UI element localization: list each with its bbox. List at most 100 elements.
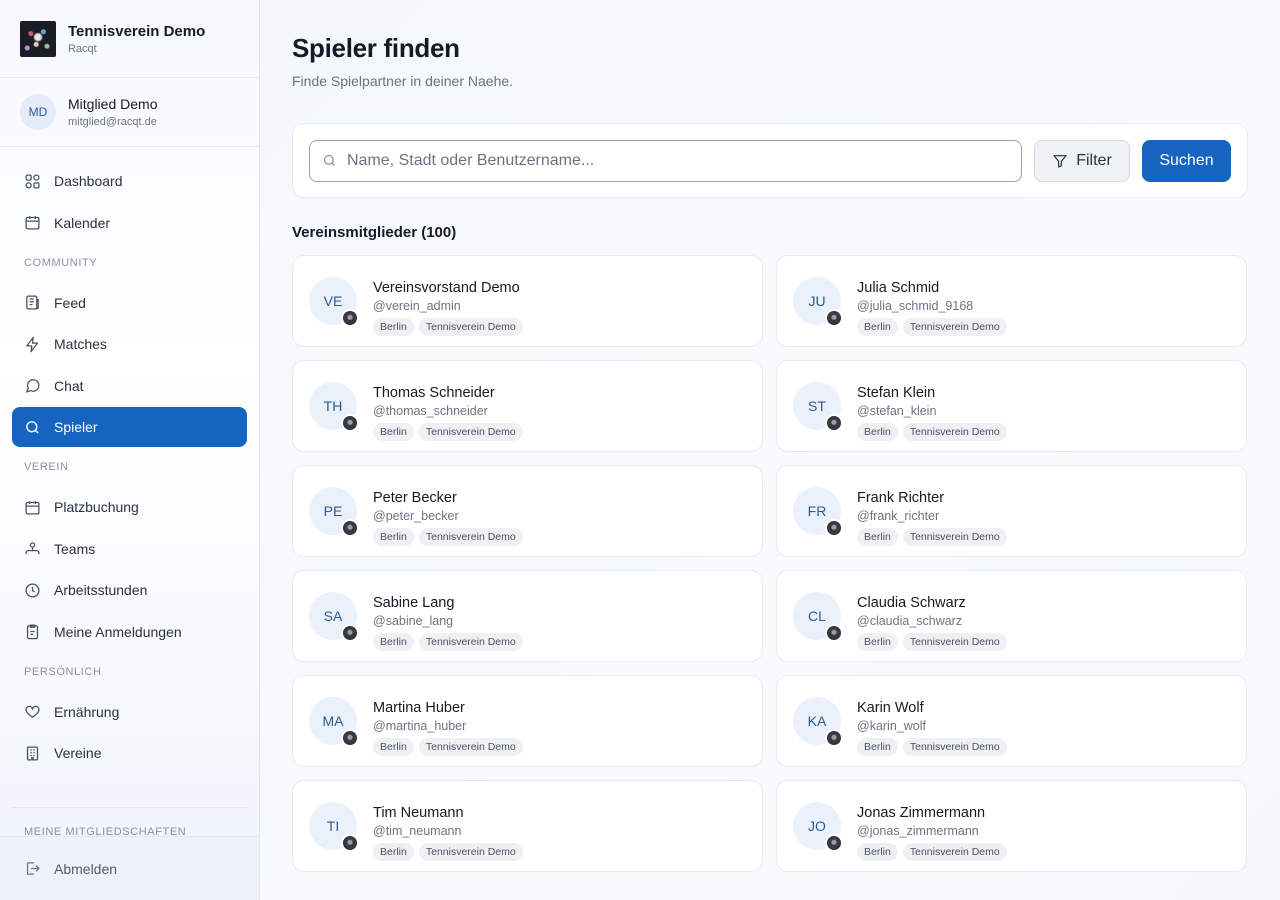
page-subtitle: Finde Spielpartner in deiner Naehe.	[292, 73, 514, 89]
sidebar-item-anmeldungen[interactable]: Meine Anmeldungen	[12, 612, 247, 652]
member-card[interactable]: MA Martina Huber @martina_huber Berlin Tenni…	[292, 675, 763, 767]
member-info: Jonas Zimmermann @jonas_zimmermann Berlin T…	[857, 802, 1012, 861]
club-badge-icon	[825, 414, 843, 432]
club-badge-icon	[341, 834, 359, 852]
member-avatar-wrap: SA	[309, 592, 359, 642]
member-username: @frank_richter	[857, 509, 940, 523]
filter-button[interactable]: Filter	[1034, 139, 1130, 182]
member-tags: Berlin Tennisverein Demo	[373, 423, 528, 441]
member-tags: Berlin Tennisverein Demo	[857, 843, 1012, 861]
club-tag: Tennisverein Demo	[418, 633, 523, 651]
club-tag: Tennisverein Demo	[418, 843, 523, 861]
sidebar-item-chat[interactable]: Chat	[12, 366, 247, 406]
member-name: Vereinsvorstand Demo	[373, 280, 520, 296]
member-name: Peter Becker	[373, 490, 457, 506]
member-avatar-wrap: KA	[793, 697, 843, 747]
sidebar-item-kalender[interactable]: Kalender	[12, 203, 247, 243]
member-card[interactable]: TI Tim Neumann @tim_neumann Berlin Tennisver…	[292, 780, 763, 872]
city-tag: Berlin	[857, 843, 898, 861]
chat-bubble-icon	[25, 379, 40, 393]
club-name: Tennisverein Demo	[68, 22, 206, 40]
city-tag: Berlin	[373, 423, 414, 441]
club-badge-icon	[825, 519, 843, 537]
member-info: Karin Wolf @karin_wolf Berlin Tennisverein …	[857, 697, 1012, 756]
sidebar-item-vereine[interactable]: Vereine	[12, 733, 247, 773]
sidebar-item-label: Matches	[54, 336, 107, 352]
member-username: @thomas_schneider	[373, 404, 488, 418]
sidebar-item-label: Platzbuchung	[54, 499, 139, 515]
logout-button[interactable]: Abmelden	[24, 860, 117, 877]
sidebar-nav: Dashboard Kalender COMMUNITY Feed Matche…	[0, 147, 259, 773]
sidebar-item-platzbuchung[interactable]: Platzbuchung	[12, 487, 247, 527]
filter-icon	[1053, 154, 1067, 168]
club-badge-icon	[825, 729, 843, 747]
sidebar-item-feed[interactable]: Feed	[12, 283, 247, 323]
search-icon	[323, 154, 335, 166]
member-avatar-wrap: JU	[793, 277, 843, 327]
club-tag: Tennisverein Demo	[418, 738, 523, 756]
member-card[interactable]: FR Frank Richter @frank_richter Berlin Tenni…	[776, 465, 1247, 557]
sidebar-item-label: Vereine	[54, 745, 102, 761]
member-tags: Berlin Tennisverein Demo	[373, 528, 528, 546]
member-avatar-wrap: TI	[309, 802, 359, 852]
sidebar-item-label: Arbeitsstunden	[54, 582, 148, 598]
member-grid: VE Vereinsvorstand Demo @verein_admin Berli…	[292, 255, 1248, 872]
member-tags: Berlin Tennisverein Demo	[857, 633, 1012, 651]
brand-header[interactable]: Tennisverein Demo Racqt	[0, 0, 259, 78]
club-tag: Tennisverein Demo	[902, 633, 1007, 651]
sidebar-item-dashboard[interactable]: Dashboard	[12, 161, 247, 201]
lightning-icon	[26, 336, 39, 352]
member-info: Frank Richter @frank_richter Berlin Tennisv…	[857, 487, 1012, 546]
member-username: @tim_neumann	[373, 824, 462, 838]
member-card[interactable]: SA Sabine Lang @sabine_lang Berlin Tennisver…	[292, 570, 763, 662]
club-tag: Tennisverein Demo	[418, 318, 523, 336]
sidebar-item-spieler[interactable]: Spieler	[12, 407, 247, 447]
member-tags: Berlin Tennisverein Demo	[373, 843, 528, 861]
member-info: Martina Huber @martina_huber Berlin Tennisv…	[373, 697, 528, 756]
member-avatar-wrap: JO	[793, 802, 843, 852]
member-card[interactable]: JU Julia Schmid @julia_schmid_9168 Berlin Te…	[776, 255, 1247, 347]
member-tags: Berlin Tennisverein Demo	[857, 318, 1012, 336]
calendar-icon	[25, 500, 40, 515]
search-input[interactable]	[347, 151, 1009, 170]
nav-section-verein: VEREIN	[24, 461, 69, 473]
member-info: Julia Schmid @julia_schmid_9168 Berlin Tenn…	[857, 277, 1012, 336]
member-username: @verein_admin	[373, 299, 461, 313]
search-box[interactable]	[309, 139, 1022, 182]
sidebar-item-teams[interactable]: Teams	[12, 529, 247, 569]
member-name: Tim Neumann	[373, 805, 464, 821]
club-badge-icon	[341, 414, 359, 432]
member-card[interactable]: KA Karin Wolf @karin_wolf Berlin Tennisverei…	[776, 675, 1247, 767]
member-card[interactable]: PE Peter Becker @peter_becker Berlin Tennisv…	[292, 465, 763, 557]
sidebar-item-matches[interactable]: Matches	[12, 324, 247, 364]
filter-label: Filter	[1076, 151, 1112, 169]
member-avatar-wrap: MA	[309, 697, 359, 747]
search-submit-button[interactable]: Suchen	[1142, 139, 1231, 182]
sidebar: Tennisverein Demo Racqt MD Mitglied Demo…	[0, 0, 260, 900]
member-info: Peter Becker @peter_becker Berlin Tennisver…	[373, 487, 528, 546]
app-name: Racqt	[68, 42, 97, 55]
member-card[interactable]: ST Stefan Klein @stefan_klein Berlin Tennisv…	[776, 360, 1247, 452]
city-tag: Berlin	[373, 738, 414, 756]
city-tag: Berlin	[857, 318, 898, 336]
club-badge-icon	[341, 729, 359, 747]
club-logo	[20, 20, 56, 57]
member-username: @martina_huber	[373, 719, 467, 733]
member-card[interactable]: TH Thomas Schneider @thomas_schneider Berli…	[292, 360, 763, 452]
calendar-icon	[25, 216, 40, 230]
sidebar-item-label: Spieler	[54, 419, 98, 435]
member-card[interactable]: VE Vereinsvorstand Demo @verein_admin Berli…	[292, 255, 763, 347]
member-tags: Berlin Tennisverein Demo	[373, 738, 528, 756]
member-card[interactable]: JO Jonas Zimmermann @jonas_zimmermann Berli…	[776, 780, 1247, 872]
member-card[interactable]: CL Claudia Schwarz @claudia_schwarz Berlin T…	[776, 570, 1247, 662]
member-tags: Berlin Tennisverein Demo	[373, 318, 528, 336]
member-name: Claudia Schwarz	[857, 595, 966, 611]
sidebar-item-arbeitsstunden[interactable]: Arbeitsstunden	[12, 570, 247, 610]
city-tag: Berlin	[373, 528, 414, 546]
search-card: Filter Suchen	[292, 123, 1248, 198]
current-user[interactable]: MD Mitglied Demo mitglied@racqt.de	[0, 78, 259, 147]
sidebar-item-ernaehrung[interactable]: Ernährung	[12, 692, 247, 732]
member-name: Thomas Schneider	[373, 385, 495, 401]
member-name: Frank Richter	[857, 490, 945, 506]
city-tag: Berlin	[857, 528, 898, 546]
